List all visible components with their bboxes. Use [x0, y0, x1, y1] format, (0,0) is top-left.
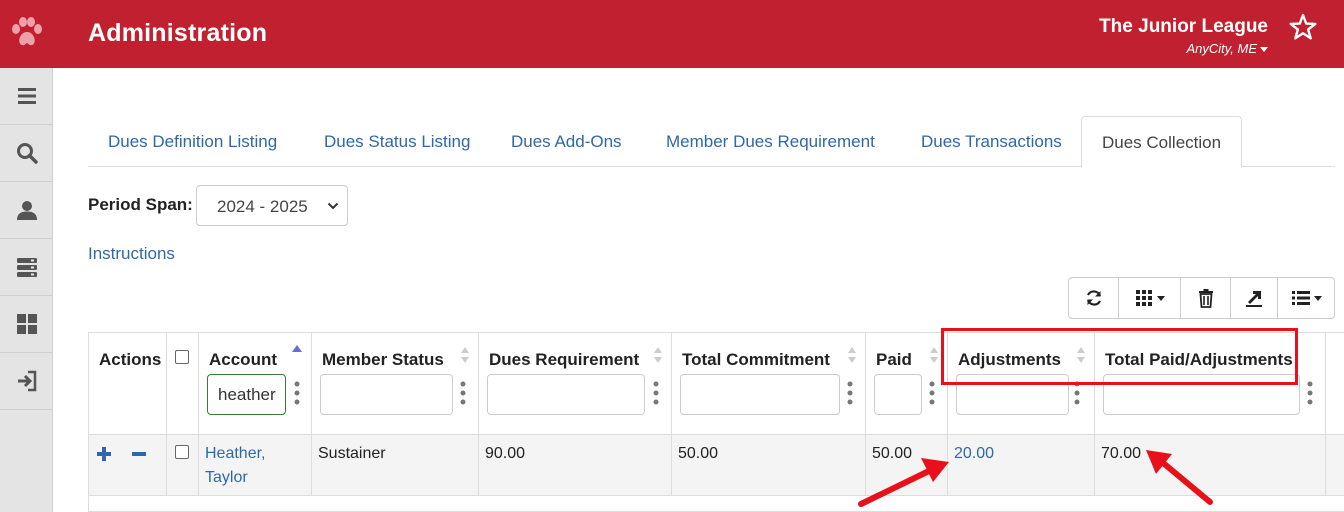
filter-menu-icon[interactable]: [653, 379, 659, 407]
sidebar-item-search[interactable]: [0, 125, 53, 182]
export-icon: [1246, 291, 1262, 307]
dues-tabs: Dues Definition Listing Dues Status List…: [88, 116, 1335, 168]
header-paid-label: Paid: [876, 350, 912, 369]
total-paid-adjustments-cell: 70.00: [1101, 445, 1142, 462]
header-total-commitment-label: Total Commitment: [682, 350, 830, 369]
columns-button[interactable]: [1119, 278, 1181, 318]
sort-icon: [654, 347, 662, 363]
tab-member-dues-requirement[interactable]: Member Dues Requirement: [646, 116, 895, 167]
sort-icon: [461, 347, 469, 363]
filter-menu-icon[interactable]: [294, 379, 300, 407]
sidebar-item-menu[interactable]: [0, 68, 53, 125]
list-options-button[interactable]: [1278, 278, 1334, 318]
header-member-status[interactable]: Member Status: [312, 333, 479, 435]
filter-menu-icon[interactable]: [929, 379, 935, 407]
organization-name[interactable]: The Junior League: [1099, 16, 1268, 38]
account-name-link[interactable]: Heather, Taylor: [205, 435, 305, 496]
paid-filter-input[interactable]: [874, 374, 922, 415]
sidebar-item-user[interactable]: [0, 182, 53, 239]
highlight-box: [941, 328, 1298, 385]
header-dues-requirement-label: Dues Requirement: [489, 350, 640, 369]
tab-dues-add-ons[interactable]: Dues Add-Ons: [491, 116, 642, 167]
sign-in-icon: [17, 370, 36, 392]
tab-dues-status-listing[interactable]: Dues Status Listing: [304, 116, 490, 167]
period-span-select[interactable]: 2024 - 2025: [196, 185, 348, 226]
refresh-button[interactable]: [1069, 278, 1119, 318]
dashboard-icon: [16, 314, 37, 334]
annotation-arrow-adjustments: [858, 458, 949, 507]
account-name-first: Taylor: [205, 469, 248, 486]
sort-ascending-icon: [292, 345, 302, 352]
header-account[interactable]: Account heather: [199, 333, 312, 435]
account-filter-input[interactable]: heather: [207, 374, 286, 415]
sidebar-item-sign-in[interactable]: [0, 353, 53, 410]
organization-city-label: AnyCity, ME: [1186, 41, 1257, 56]
grid-toolbar: [1068, 277, 1335, 319]
header-account-label: Account: [209, 350, 277, 369]
annotation-arrow-total: [1146, 450, 1213, 505]
select-all-checkbox[interactable]: [175, 350, 189, 364]
sidebar-item-server[interactable]: [0, 239, 53, 296]
paw-logo-icon[interactable]: [8, 14, 46, 52]
remove-row-icon[interactable]: [131, 446, 147, 462]
adjustments-link[interactable]: 20.00: [954, 435, 994, 496]
filter-menu-icon[interactable]: [1307, 379, 1313, 407]
chevron-down-icon: [1260, 47, 1268, 53]
filter-menu-icon[interactable]: [847, 379, 853, 407]
star-icon[interactable]: [1288, 12, 1318, 42]
user-icon: [16, 201, 37, 220]
tab-dues-collection[interactable]: Dues Collection: [1081, 116, 1243, 168]
delete-button[interactable]: [1181, 278, 1231, 318]
row-select-checkbox[interactable]: [175, 445, 189, 459]
list-icon: [1291, 291, 1310, 305]
tab-dues-definition-listing[interactable]: Dues Definition Listing: [88, 116, 297, 167]
menu-icon: [17, 88, 36, 104]
tab-dues-transactions[interactable]: Dues Transactions: [901, 116, 1082, 167]
sidebar: [0, 68, 53, 512]
dues-requirement-cell: 90.00: [485, 445, 526, 462]
total-commitment-cell: 50.00: [678, 445, 719, 462]
chevron-down-icon: [1313, 295, 1322, 301]
chevron-down-icon: [327, 202, 339, 210]
sidebar-item-dashboard[interactable]: [0, 296, 53, 353]
account-name-last: Heather,: [205, 445, 266, 462]
header-dues-requirement[interactable]: Dues Requirement: [479, 333, 672, 435]
columns-icon: [1136, 290, 1152, 306]
trash-icon: [1198, 289, 1213, 308]
expand-row-icon[interactable]: [96, 446, 112, 462]
period-span-value: 2024 - 2025: [217, 197, 308, 216]
export-button[interactable]: [1231, 278, 1278, 318]
filter-menu-icon[interactable]: [460, 379, 466, 407]
header-actions-label: Actions: [99, 350, 162, 369]
chevron-down-icon: [1157, 295, 1165, 301]
header-member-status-label: Member Status: [322, 350, 444, 369]
sort-icon: [930, 347, 938, 363]
header-actions: Actions: [89, 333, 167, 435]
instructions-link[interactable]: Instructions: [88, 244, 175, 264]
member-status-cell: Sustainer: [318, 445, 386, 462]
header-paid[interactable]: Paid: [866, 333, 948, 435]
period-span-label: Period Span:: [88, 195, 193, 214]
total-commitment-filter-input[interactable]: [680, 374, 840, 415]
page-title: Administration: [88, 19, 268, 47]
organization-city-dropdown[interactable]: AnyCity, ME: [1186, 41, 1268, 56]
server-icon: [16, 258, 37, 277]
top-bar: Administration The Junior League AnyCity…: [0, 0, 1344, 68]
dues-requirement-filter-input[interactable]: [487, 374, 645, 415]
header-total-commitment[interactable]: Total Commitment: [672, 333, 866, 435]
member-status-filter-input[interactable]: [320, 374, 453, 415]
search-icon: [16, 143, 38, 164]
refresh-icon: [1086, 290, 1101, 306]
sort-icon: [848, 347, 856, 363]
